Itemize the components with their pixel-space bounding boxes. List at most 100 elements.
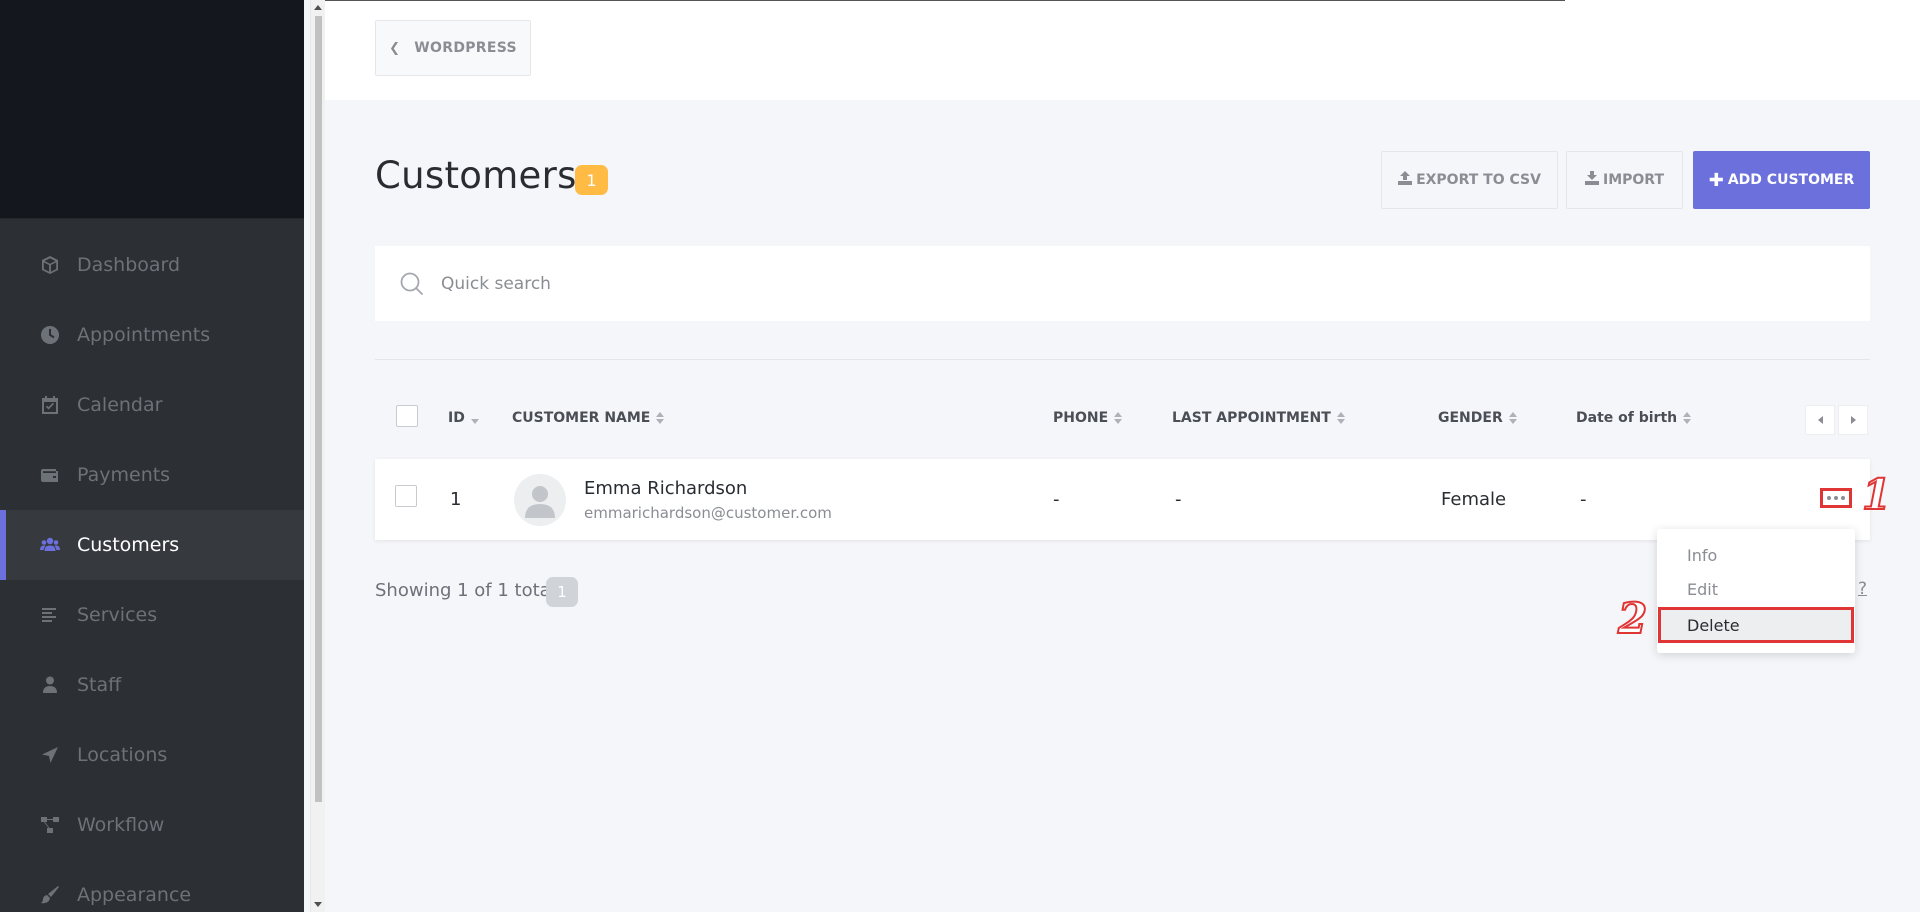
row-checkbox[interactable] — [395, 485, 417, 507]
location-arrow-icon — [40, 745, 60, 765]
table-header: ID CUSTOMER NAME PHONE LAST APPOINTMENT … — [375, 400, 1870, 440]
search-container — [375, 246, 1870, 321]
more-dot — [1834, 496, 1838, 500]
sort-icon — [1336, 412, 1345, 424]
menu-item-edit[interactable]: Edit — [1657, 573, 1855, 605]
download-icon — [1584, 171, 1599, 189]
search-icon — [399, 271, 425, 297]
menu-item-delete[interactable]: Delete — [1658, 607, 1854, 643]
upload-icon — [1398, 171, 1413, 189]
plus-icon: ✚ — [1708, 169, 1724, 191]
page-title: Customers — [375, 154, 577, 197]
sort-icon — [1508, 412, 1517, 424]
sidebar-item-label: Calendar — [77, 394, 163, 416]
column-header-phone[interactable]: PHONE — [1053, 410, 1123, 426]
annotation-step-2: 2 — [1617, 593, 1648, 644]
workflow-icon — [40, 815, 60, 835]
avatar — [514, 474, 566, 526]
top-bar: ❮ WORDPRESS — [325, 0, 1920, 100]
cell-phone: - — [1053, 489, 1060, 510]
sidebar-item-dashboard[interactable]: Dashboard — [0, 230, 304, 300]
clock-icon — [40, 325, 60, 345]
wallet-icon — [40, 465, 60, 485]
column-header-customer-name[interactable]: CUSTOMER NAME — [512, 410, 665, 426]
sidebar-item-label: Dashboard — [77, 254, 181, 276]
sidebar-item-label: Appearance — [77, 884, 192, 906]
scroll-up-arrow-icon[interactable] — [314, 5, 322, 10]
scroll-down-arrow-icon[interactable] — [314, 902, 322, 907]
customer-email: emmarichardson@customer.com — [584, 504, 832, 522]
scroll-thumb[interactable] — [315, 16, 322, 802]
sidebar-item-staff[interactable]: Staff — [0, 650, 304, 720]
page-scrollbar[interactable] — [310, 0, 325, 912]
sidebar-item-label: Staff — [77, 674, 122, 696]
import-label: IMPORT — [1602, 172, 1664, 188]
user-placeholder-icon — [525, 486, 555, 518]
sidebar: Dashboard Appointments Calendar Payments… — [0, 0, 304, 912]
main-content: Customers 1 EXPORT TO CSV IMPORT ✚ ADD C… — [325, 100, 1920, 912]
brush-icon — [40, 885, 60, 905]
sort-icon — [1114, 412, 1123, 424]
import-button[interactable]: IMPORT — [1566, 151, 1683, 209]
add-customer-label: ADD CUSTOMER — [1727, 172, 1855, 188]
export-csv-button[interactable]: EXPORT TO CSV — [1381, 151, 1558, 209]
cell-gender: Female — [1441, 489, 1507, 510]
top-divider — [325, 0, 1565, 1]
calendar-icon — [40, 395, 60, 415]
scroll-columns-right-button[interactable] — [1838, 405, 1868, 435]
customer-name[interactable]: Emma Richardson — [584, 478, 747, 499]
annotation-step-1: 1 — [1861, 469, 1892, 520]
sidebar-item-customers[interactable]: Customers — [0, 510, 304, 580]
row-actions-button[interactable] — [1820, 488, 1852, 508]
help-link[interactable]: ? — [1858, 579, 1867, 599]
sidebar-item-label: Customers — [77, 534, 180, 556]
column-header-id[interactable]: ID — [448, 410, 479, 426]
sidebar-item-payments[interactable]: Payments — [0, 440, 304, 510]
more-dot — [1841, 496, 1845, 500]
cell-dob: - — [1580, 489, 1587, 510]
cube-icon — [40, 255, 60, 275]
quick-search-input[interactable] — [441, 273, 1821, 294]
sidebar-item-appointments[interactable]: Appointments — [0, 300, 304, 370]
sidebar-item-label: Locations — [77, 744, 168, 766]
column-header-date-of-birth[interactable]: Date of birth — [1576, 410, 1692, 426]
sidebar-nav: Dashboard Appointments Calendar Payments… — [0, 219, 304, 912]
user-icon — [40, 675, 60, 695]
sidebar-item-appearance[interactable]: Appearance — [0, 860, 304, 912]
sort-desc-icon — [470, 418, 479, 424]
users-icon — [40, 535, 60, 555]
sidebar-item-services[interactable]: Services — [0, 580, 304, 650]
column-header-gender[interactable]: GENDER — [1438, 410, 1517, 426]
caret-right-icon — [1850, 416, 1856, 424]
sidebar-item-label: Workflow — [77, 814, 165, 836]
back-to-wordpress-button[interactable]: ❮ WORDPRESS — [375, 20, 531, 76]
sidebar-item-label: Appointments — [77, 324, 211, 346]
sort-icon — [656, 412, 665, 424]
menu-item-info[interactable]: Info — [1657, 539, 1855, 571]
showing-total-text: Showing 1 of 1 total — [375, 580, 556, 601]
chevron-left-icon: ❮ — [389, 40, 401, 56]
sidebar-item-workflow[interactable]: Workflow — [0, 790, 304, 860]
select-all-checkbox[interactable] — [396, 405, 418, 427]
export-csv-label: EXPORT TO CSV — [1416, 172, 1541, 188]
sidebar-item-label: Payments — [77, 464, 171, 486]
sort-icon — [1683, 412, 1692, 424]
cell-last-appointment: - — [1175, 489, 1182, 510]
sidebar-item-calendar[interactable]: Calendar — [0, 370, 304, 440]
add-customer-button[interactable]: ✚ ADD CUSTOMER — [1693, 151, 1870, 209]
column-header-last-appointment[interactable]: LAST APPOINTMENT — [1172, 410, 1345, 426]
table-row[interactable]: 1 Emma Richardson emmarichardson@custome… — [375, 459, 1870, 540]
sidebar-logo-area — [0, 0, 304, 219]
customer-count-badge: 1 — [575, 165, 608, 195]
row-actions-menu: Info Edit Delete — [1657, 529, 1855, 653]
scroll-columns-left-button[interactable] — [1805, 405, 1835, 435]
total-count-badge: 1 — [546, 577, 578, 607]
cell-id: 1 — [450, 489, 462, 510]
list-icon — [40, 605, 60, 625]
caret-left-icon — [1817, 416, 1823, 424]
sidebar-item-label: Services — [77, 604, 158, 626]
sidebar-item-locations[interactable]: Locations — [0, 720, 304, 790]
back-to-wordpress-label: WORDPRESS — [414, 40, 517, 56]
more-dot — [1827, 496, 1831, 500]
section-divider — [375, 359, 1870, 360]
